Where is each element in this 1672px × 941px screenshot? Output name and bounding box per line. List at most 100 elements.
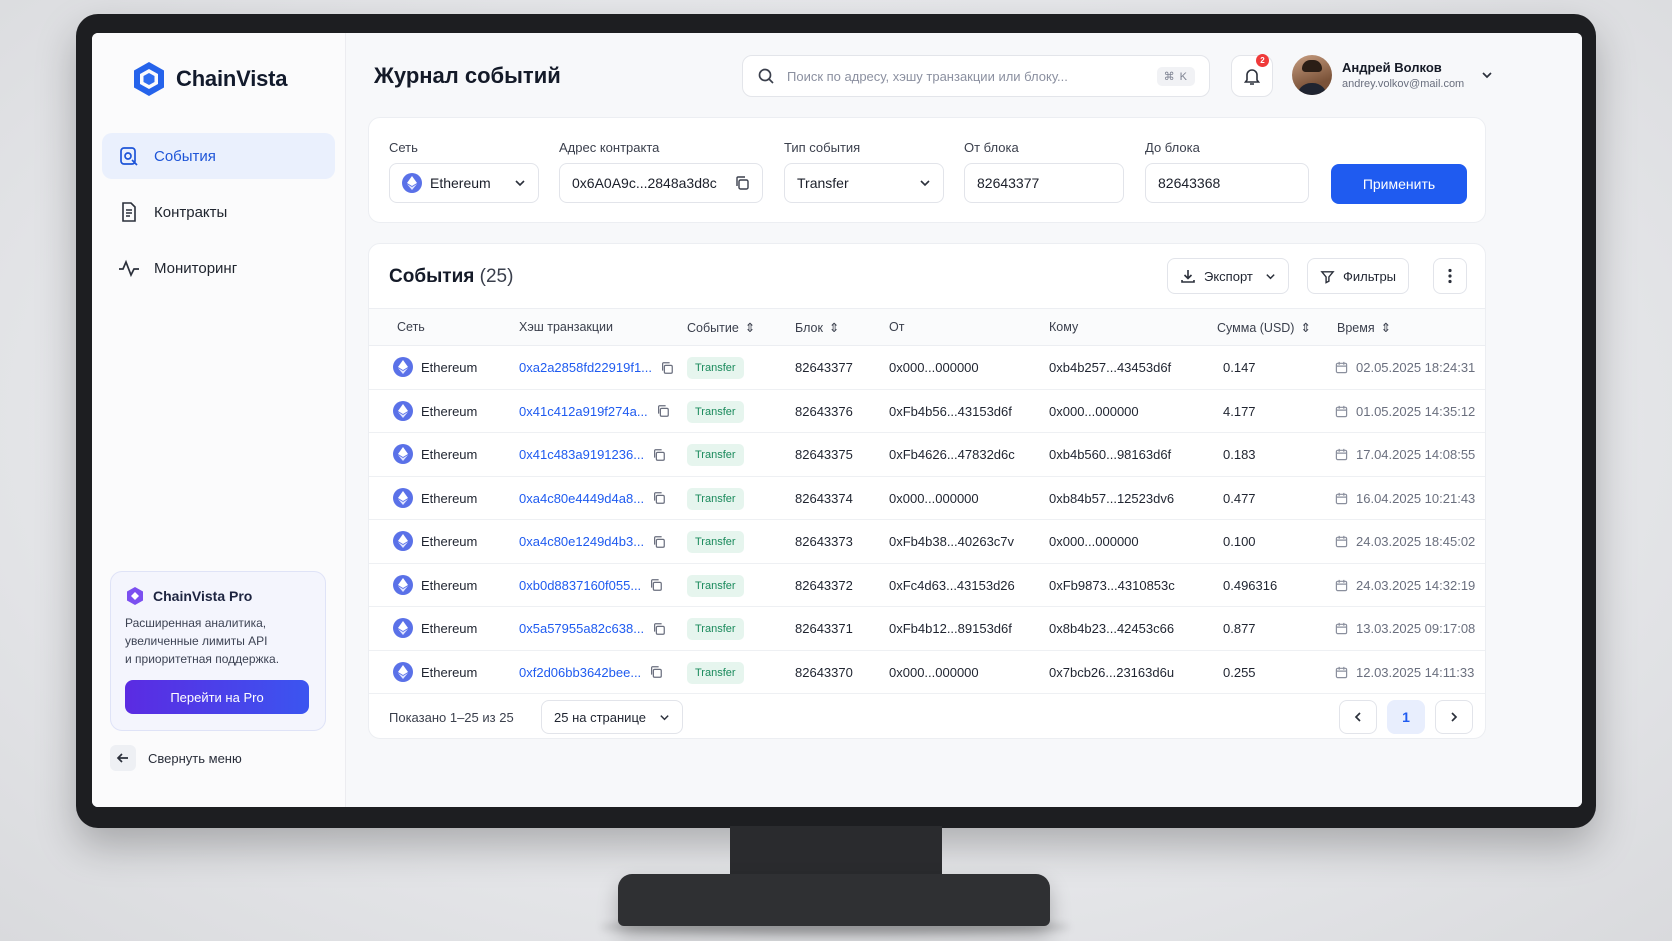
app-screen: ChainVista События Контракты Мониторинг [92,33,1582,807]
ethereum-icon [393,661,413,682]
tx-hash-link[interactable]: 0xa2a2858fd22919f1... [519,360,652,375]
cell-from: 0xFb4b12...89153d6f [889,621,1012,636]
page-1-button[interactable]: 1 [1387,700,1425,734]
filters-panel: Сеть Ethereum Адрес контракта 0x6A0A9c..… [368,117,1486,223]
ethereum-icon [393,574,413,595]
sidebar-item-events[interactable]: События [102,133,335,179]
more-options-button[interactable] [1433,258,1467,294]
cell-from: 0xFc4d63...43153d26 [889,577,1015,593]
notification-badge: 2 [1256,54,1269,67]
cell-time: 16.04.2025 10:21:43 [1335,491,1475,506]
table-row[interactable]: Ethereum 0x5a57955a82c638... Transfer 82… [369,607,1485,651]
table-row[interactable]: Ethereum 0xa2a2858fd22919f1... Transfer … [369,346,1485,390]
cell-time: 13.03.2025 09:17:08 [1335,621,1475,636]
event-tag: Transfer [687,618,744,640]
from-block-input[interactable]: 82643377 [964,163,1124,203]
copy-icon[interactable] [652,491,666,505]
cell-to: 0x000...000000 [1049,403,1139,419]
copy-icon[interactable] [649,578,663,592]
tx-hash-link[interactable]: 0x41c483a9191236... [519,447,644,462]
cell-hash: 0x41c412a919f274a... [519,404,670,419]
copy-icon[interactable] [660,361,674,375]
copy-icon[interactable] [656,404,670,418]
event-tag: Transfer [687,487,744,510]
sidebar-item-label: Мониторинг [154,259,238,277]
chevron-left-icon [1354,712,1361,722]
table-title: События (25) [389,266,514,287]
sidebar-item-contracts[interactable]: Контракты [102,189,335,235]
cell-amount: 0.100 [1223,534,1256,549]
column-event[interactable]: Событие ⇕ [687,320,755,336]
collapse-menu-button[interactable]: Свернуть меню [110,745,242,771]
cell-time: 17.04.2025 14:08:55 [1335,447,1475,462]
cell-amount: 0.255 [1223,664,1256,680]
to-block-input[interactable]: 82643368 [1145,163,1309,203]
per-page-select[interactable]: 25 на странице [541,700,683,734]
sidebar-item-label: События [154,147,216,165]
sidebar: ChainVista События Контракты Мониторинг [92,33,346,807]
tx-hash-link[interactable]: 0xa4c80e4449d4a8... [519,491,644,506]
network-select[interactable]: Ethereum [389,163,539,203]
tx-hash-link[interactable]: 0xb0d8837160f055... [519,578,641,593]
sort-icon: ⇕ [828,321,840,335]
cell-block: 82643377 [795,360,853,375]
cell-block: 82643374 [795,490,853,506]
pro-badge-icon [127,587,143,605]
cell-hash: 0xa4c80e4449d4a8... [519,491,666,506]
prev-page-button[interactable] [1339,700,1377,734]
main-content: Журнал событий Поиск по адресу, хэшу тра… [346,33,1582,807]
tx-hash-link[interactable]: 0x41c412a919f274a... [519,404,648,419]
logo[interactable]: ChainVista [132,61,288,97]
cell-from: 0x000...000000 [889,664,979,680]
table-row[interactable]: Ethereum 0xf2d06bb3642bee... Transfer 82… [369,651,1485,694]
cell-from: 0x000...000000 [889,490,979,506]
sidebar-item-monitoring[interactable]: Мониторинг [102,245,335,291]
cell-block: 82643370 [795,664,853,680]
contract-filter: Адрес контракта 0x6A0A9c...2848a3d8c [559,140,763,203]
table-row[interactable]: Ethereum 0xa4c80e4449d4a8... Transfer 82… [369,477,1485,520]
ethereum-icon [393,531,413,551]
column-block[interactable]: Блок ⇕ [795,320,840,336]
notifications-button[interactable]: 2 [1231,54,1273,97]
column-amount[interactable]: Сумма (USD) ⇕ [1217,320,1311,336]
apply-button[interactable]: Применить [1331,164,1467,204]
ethereum-icon [393,444,413,464]
cell-network: Ethereum [421,490,478,506]
pagination-summary: Показано 1–25 из 25 [389,710,514,725]
filters-button[interactable]: Фильтры [1307,258,1410,294]
export-button[interactable]: Экспорт [1167,258,1289,294]
event-tag: Transfer [687,444,744,466]
tx-hash-link[interactable]: 0xf2d06bb3642bee... [519,665,641,680]
copy-icon[interactable] [649,665,663,679]
search-input[interactable]: Поиск по адресу, хэшу транзакции или бло… [742,55,1210,97]
copy-icon[interactable] [734,175,750,191]
user-menu[interactable]: Андрей Волков andrey.volkov@mail.com [1292,55,1494,95]
copy-icon[interactable] [652,622,666,636]
sidebar-nav: События Контракты Мониторинг [102,133,335,301]
table-row[interactable]: Ethereum 0x41c412a919f274a... Transfer 8… [369,390,1485,433]
tx-hash-link[interactable]: 0xa4c80e1249d4b3... [519,534,644,549]
column-time[interactable]: Время ⇕ [1337,320,1391,336]
cell-block: 82643371 [795,621,853,636]
cell-hash: 0xa4c80e1249d4b3... [519,534,666,549]
table-row[interactable]: Ethereum 0xb0d8837160f055... Transfer 82… [369,564,1485,607]
next-page-button[interactable] [1435,700,1473,734]
copy-icon[interactable] [652,448,666,462]
collapse-menu-label: Свернуть меню [148,750,242,766]
events-table-card: События (25) Экспорт Фильтры Сеть Хэш тр… [368,243,1486,739]
cell-amount: 0.496316 [1223,577,1278,593]
contract-address-field[interactable]: 0x6A0A9c...2848a3d8c [559,163,763,203]
page-title: Журнал событий [374,63,561,88]
chevron-down-icon [920,180,930,187]
cell-hash: 0xf2d06bb3642bee... [519,665,663,680]
upgrade-pro-button[interactable]: Перейти на Pro [125,680,309,714]
column-to: Кому [1049,320,1079,334]
document-icon [122,202,136,222]
tx-hash-link[interactable]: 0x5a57955a82c638... [519,621,644,636]
calendar-icon [1335,492,1348,504]
table-row[interactable]: Ethereum 0xa4c80e1249d4b3... Transfer 82… [369,520,1485,564]
event-type-select[interactable]: Transfer [784,163,944,203]
table-row[interactable]: Ethereum 0x41c483a9191236... Transfer 82… [369,433,1485,477]
copy-icon[interactable] [652,535,666,549]
bell-icon [1243,69,1261,85]
